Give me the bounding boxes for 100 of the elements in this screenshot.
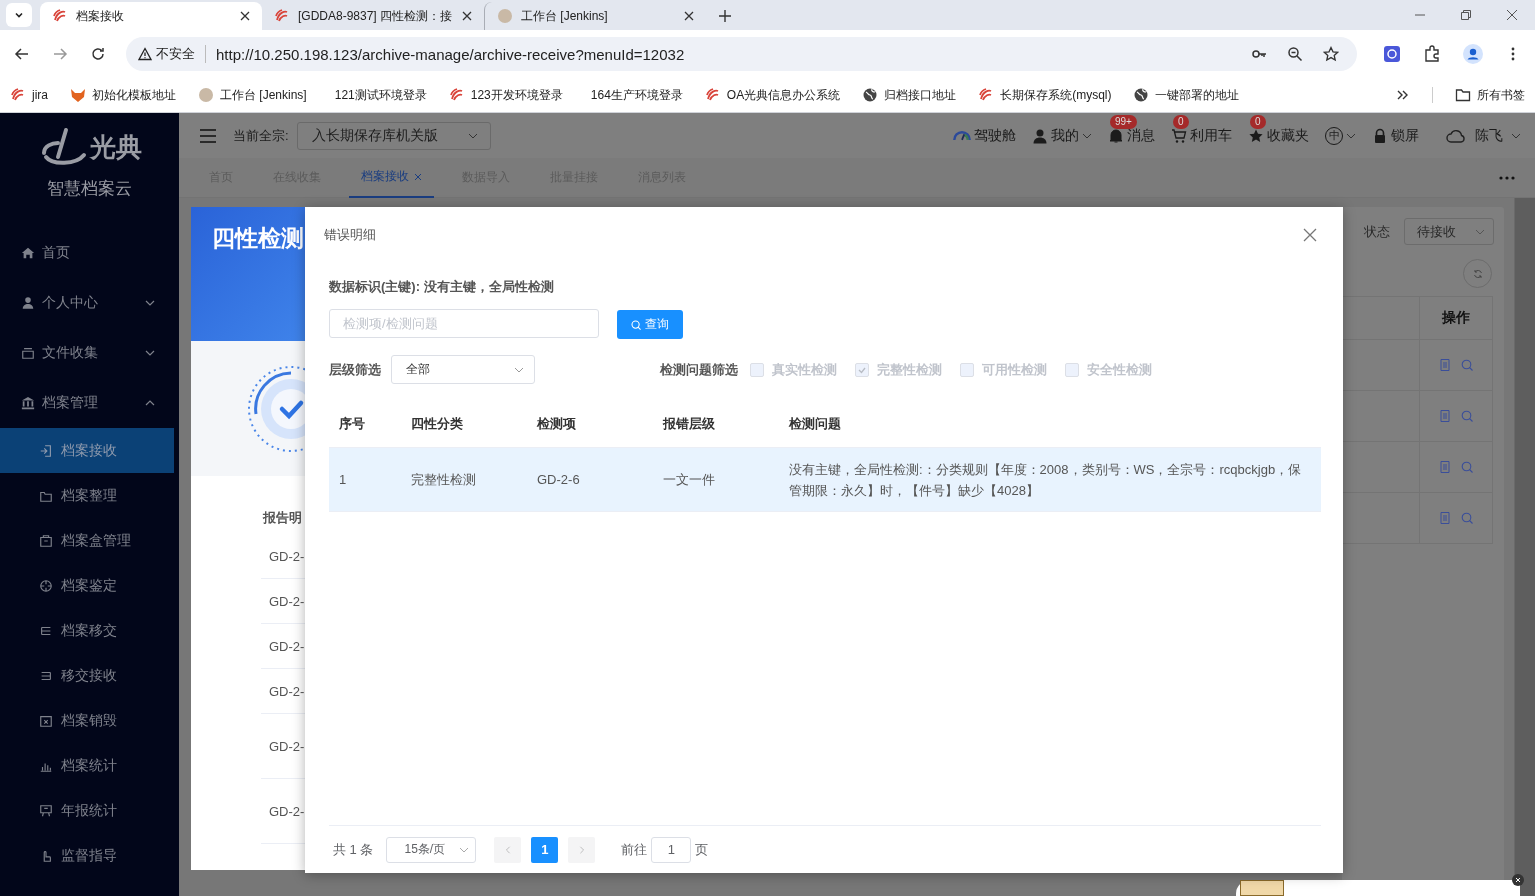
scope-select[interactable]: 入长期保存库机关版 [296, 121, 491, 150]
logo-icon [52, 8, 68, 24]
sidebar-subitem[interactable]: 档案鉴定 [0, 563, 174, 608]
refresh-icon [1472, 268, 1483, 279]
sidebar-item[interactable]: 个人中心 [0, 278, 179, 328]
bookmark[interactable]: 工作台 [Jenkins] [198, 86, 307, 104]
chevron-right-icon [577, 845, 586, 854]
page-size-select[interactable]: 15条/页 [386, 836, 477, 863]
table-cell-text: 1 [338, 471, 348, 489]
level-select[interactable]: 全部 [391, 355, 535, 384]
sidebar-subitem[interactable]: 档案移交 [0, 608, 174, 653]
header-action[interactable]: 消息 99+ [1108, 114, 1155, 157]
address-bar[interactable]: 不安全 http://10.250.198.123/archive-manage/archive-receive?menuId=12032 [126, 37, 1357, 71]
user-menu[interactable]: 陈飞 [1445, 126, 1521, 145]
search-icon [631, 319, 641, 330]
bookmark[interactable]: 一键部署的地址 [1133, 86, 1240, 104]
dialog-title: 错误明细 [324, 226, 376, 244]
sidebar-subitem[interactable]: 档案接收 [0, 428, 174, 473]
warning-icon [138, 47, 152, 61]
sidebar-item[interactable]: 档案管理 [0, 378, 179, 428]
header-action[interactable]: 利用车 0 [1171, 114, 1232, 157]
sidebar-item[interactable]: 首页 [0, 228, 179, 278]
globe-icon [1133, 87, 1150, 103]
sidebar-item[interactable]: 文件收集 [0, 328, 179, 378]
close-icon[interactable] [1506, 9, 1518, 21]
chevron-left-icon [503, 845, 512, 854]
logo-text: 光典 [89, 130, 142, 164]
fox-icon [70, 87, 86, 103]
all-bookmarks-button[interactable]: 所有书签 [1455, 86, 1525, 104]
user-icon [1032, 127, 1048, 144]
sidebar-subitem[interactable]: 档案销毁 [0, 698, 174, 743]
sidebar-subitem[interactable]: 档案整理 [0, 473, 174, 518]
star-icon[interactable] [1323, 46, 1339, 62]
puzzle-icon[interactable] [1423, 45, 1441, 63]
header-action[interactable]: 驾驶舱 [953, 126, 1016, 145]
restore-icon[interactable] [1460, 9, 1472, 21]
close-icon[interactable] [1512, 874, 1524, 886]
column-header: 操作 [1419, 297, 1492, 339]
board-icon [39, 803, 53, 818]
status-label: 状态 [1364, 222, 1390, 241]
menu-icon[interactable] [199, 126, 217, 145]
back-arrow-icon[interactable] [14, 46, 30, 62]
bookmark[interactable]: jira [10, 87, 48, 103]
target-icon [39, 578, 53, 593]
close-icon[interactable] [684, 11, 694, 21]
bookmark[interactable]: 164生产环境登录 [584, 86, 683, 104]
sidebar-subitem[interactable]: 移交接收 [0, 653, 174, 698]
cloud-icon [1445, 127, 1467, 144]
logo-icon [704, 87, 721, 103]
profile-icon[interactable] [1463, 44, 1483, 64]
count-badge: 0 [1250, 114, 1266, 129]
bookmark[interactable]: 长期保存系统(mysql) [978, 86, 1112, 104]
status-select[interactable]: 待接收 [1404, 218, 1494, 245]
cart-icon [1171, 127, 1187, 144]
home-icon [21, 246, 35, 260]
column-header: 报错层级 [661, 415, 716, 433]
total-count: 共 1 条 [333, 840, 374, 859]
column-header: 序号 [338, 415, 366, 433]
sidebar-subitem[interactable]: 年报统计 [0, 788, 174, 833]
data-key-info: 数据标识(主键): 没有主键，全局性检测 [329, 278, 555, 296]
box-icon [39, 533, 53, 548]
zoom-icon[interactable] [1287, 46, 1303, 62]
sidebar-subitem[interactable]: 档案盒管理 [0, 518, 174, 563]
sidebar-subitem[interactable]: 监督指导 [0, 833, 174, 878]
document-icon[interactable] [1439, 410, 1451, 422]
browser-tab[interactable]: 档案接收 [40, 2, 262, 30]
gauge-icon [953, 130, 971, 141]
document-icon[interactable] [1439, 461, 1451, 473]
reload-icon[interactable] [90, 46, 106, 62]
page-number[interactable]: 1 [531, 836, 559, 863]
security-label[interactable]: 不安全 [156, 45, 206, 63]
close-icon[interactable] [240, 11, 250, 21]
bookmark[interactable]: 初始化模板地址 [70, 86, 176, 104]
sidebar-subitem[interactable]: 档案统计 [0, 743, 174, 788]
browser-tab[interactable]: [GDDA8-9837] 四性检测：接 [262, 2, 484, 30]
search-button[interactable]: 查询 [617, 310, 683, 339]
scrollbar[interactable] [1514, 198, 1535, 896]
globe-icon [862, 87, 879, 103]
chevrons-icon[interactable] [1396, 88, 1410, 102]
close-icon[interactable] [462, 11, 472, 21]
header-action[interactable]: 我的 [1032, 126, 1092, 145]
bookmark[interactable]: 121测试环境登录 [328, 86, 427, 104]
bookmark[interactable]: 123开发环境登录 [448, 86, 563, 104]
document-icon[interactable] [1439, 512, 1451, 524]
tray-icon [21, 346, 35, 360]
table-row[interactable]: 1 完整性检测 GD-2-6 一文一件 没有主键，全局性检测:：分类规则【年度：2008，类别号：WS，全宗号：rcqbckjgb，保管期限：永久】时，【件号】缺少【4028】 [329, 448, 1321, 512]
document-icon[interactable] [1439, 359, 1451, 371]
bookmark[interactable]: OA光典信息办公系统 [704, 86, 841, 104]
search-field[interactable]: 检测项/检测问题 [329, 309, 599, 338]
page-input[interactable]: 1 [651, 836, 692, 863]
forward-arrow-icon[interactable] [52, 46, 68, 62]
bookmark[interactable]: 归档接口地址 [862, 86, 957, 104]
new-tab-icon[interactable] [718, 9, 732, 23]
extension-icon[interactable] [1383, 45, 1401, 63]
bank-icon [21, 396, 35, 410]
page-suffix: 页 [695, 840, 709, 859]
column-header: 检测问题 [787, 415, 842, 433]
header-action[interactable]: 锁屏 [1372, 126, 1419, 145]
header-action[interactable]: 收藏夹 0 [1248, 114, 1309, 157]
table-cell-text: 完整性检测 [410, 471, 477, 489]
